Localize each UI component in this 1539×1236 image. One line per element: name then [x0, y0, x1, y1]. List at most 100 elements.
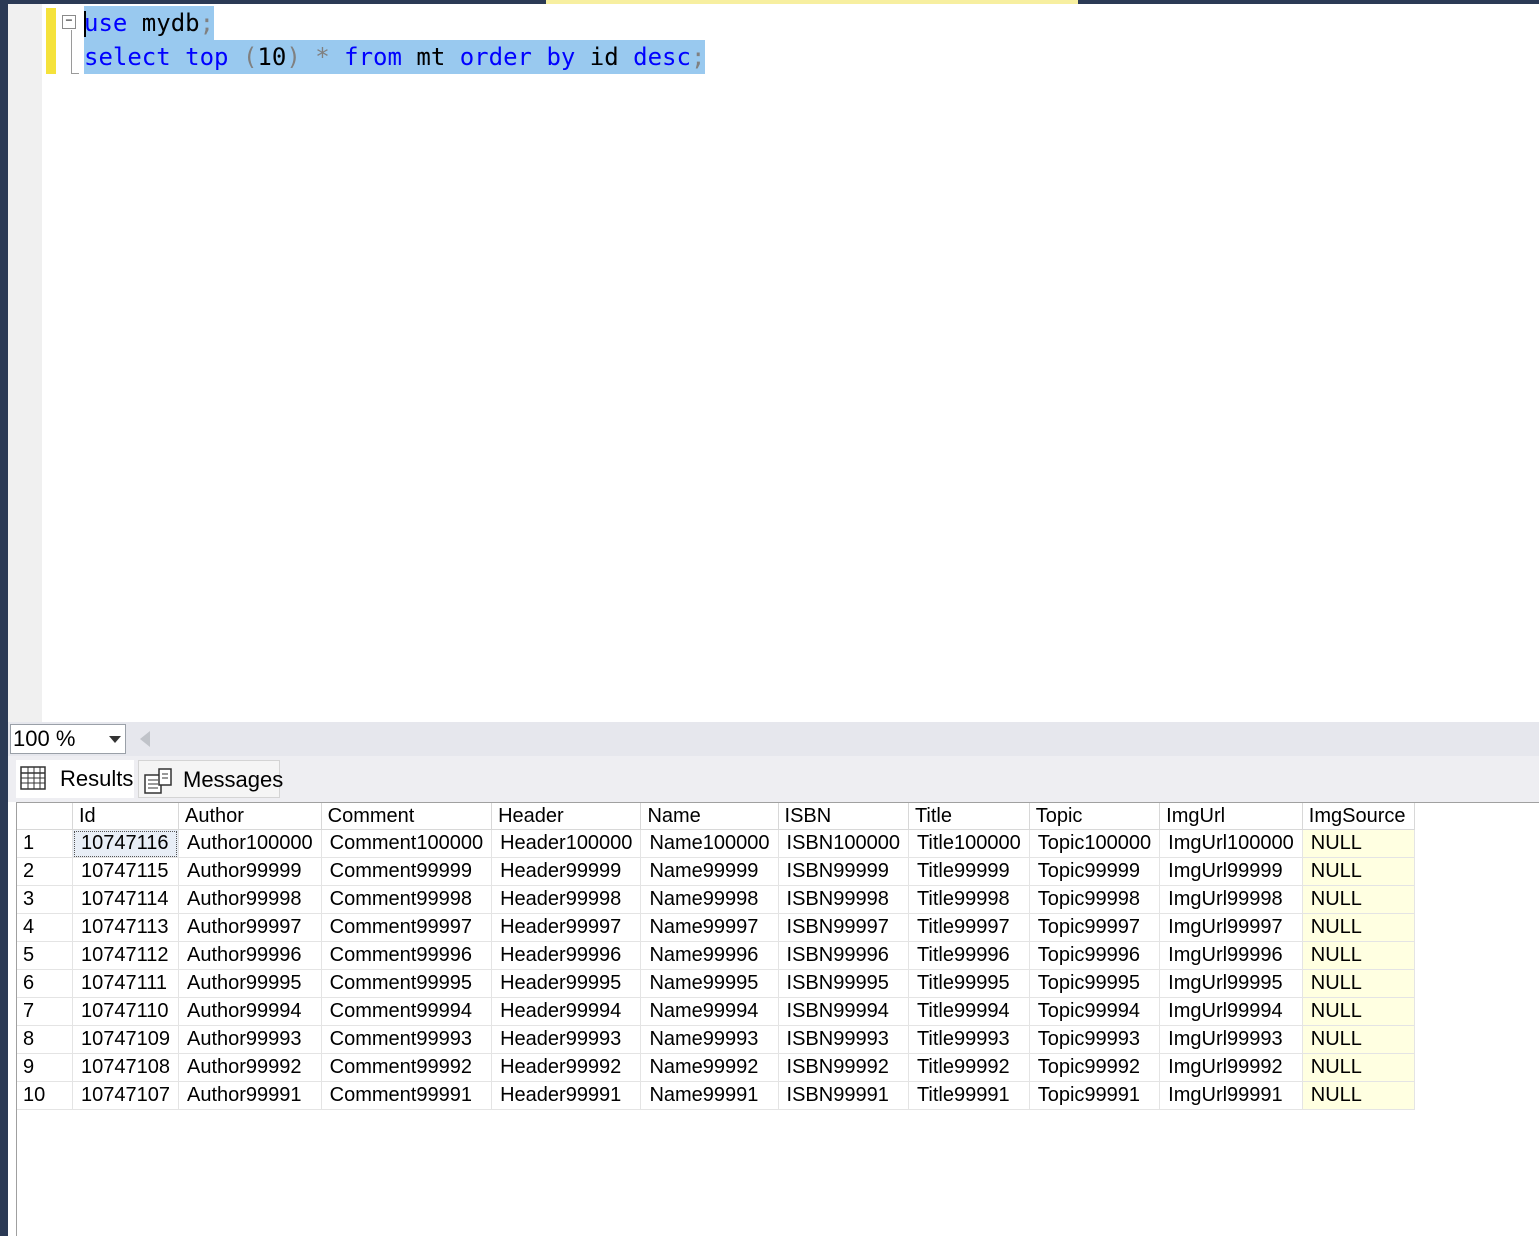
grid-cell[interactable]: ISBN99992 [778, 1053, 909, 1082]
grid-cell[interactable]: Topic99995 [1029, 969, 1161, 998]
grid-cell[interactable]: ISBN99991 [778, 1081, 909, 1110]
grid-cell[interactable]: ImgUrl99996 [1159, 941, 1303, 970]
grid-cell[interactable]: Comment99994 [321, 997, 493, 1026]
grid-cell[interactable]: Comment99996 [321, 941, 493, 970]
tab-results[interactable]: Results [16, 760, 134, 798]
results-grid[interactable]: Id Author Comment Header Name ISBN Title Topic I… [16, 802, 1539, 1236]
grid-cell[interactable]: 10747109 [72, 1025, 179, 1054]
column-header[interactable]: Comment [321, 803, 493, 830]
zoom-dropdown[interactable]: 100 % [10, 724, 126, 754]
grid-cell[interactable]: ImgUrl99992 [1159, 1053, 1303, 1082]
table-row[interactable]: 8 10747109 Author99993 Comment99993 Header99… [17, 1025, 1415, 1054]
row-number[interactable]: 1 [17, 829, 73, 858]
grid-cell[interactable]: 10747110 [72, 997, 179, 1026]
grid-cell[interactable]: 10747113 [72, 913, 179, 942]
grid-cell[interactable]: Header99994 [491, 997, 642, 1026]
code-line-2[interactable]: select top (10) * from mt order by id de… [84, 40, 706, 74]
grid-cell[interactable]: Author99993 [178, 1025, 322, 1054]
grid-cell[interactable]: Author99999 [178, 857, 322, 886]
grid-cell[interactable]: Author99994 [178, 997, 322, 1026]
grid-cell[interactable]: ImgUrl99994 [1159, 997, 1303, 1026]
column-header[interactable]: ISBN [778, 803, 909, 830]
grid-cell[interactable]: ImgUrl99991 [1159, 1081, 1303, 1110]
grid-cell[interactable]: Author100000 [178, 829, 322, 858]
grid-cell[interactable]: Title99991 [908, 1081, 1030, 1110]
table-row[interactable]: 5 10747112 Author99996 Comment99996 Header99… [17, 941, 1415, 970]
grid-cell[interactable]: NULL [1302, 885, 1415, 914]
grid-cell[interactable]: ImgUrl99995 [1159, 969, 1303, 998]
row-number[interactable]: 4 [17, 913, 73, 942]
grid-cell[interactable]: NULL [1302, 1081, 1415, 1110]
collapse-region-icon[interactable]: − [62, 15, 76, 29]
grid-cell[interactable]: Comment99997 [321, 913, 493, 942]
grid-cell[interactable]: Topic99999 [1029, 857, 1161, 886]
grid-cell[interactable]: Name99992 [640, 1053, 779, 1082]
grid-cell[interactable]: ISBN99993 [778, 1025, 909, 1054]
column-header[interactable]: ImgUrl [1159, 803, 1303, 830]
grid-cell[interactable]: Name99995 [640, 969, 779, 998]
row-number[interactable]: 6 [17, 969, 73, 998]
table-row[interactable]: 4 10747113 Author99997 Comment99997 Header99… [17, 913, 1415, 942]
row-number[interactable]: 10 [17, 1081, 73, 1110]
grid-cell[interactable]: Comment99995 [321, 969, 493, 998]
grid-cell[interactable]: Author99998 [178, 885, 322, 914]
column-header[interactable]: Id [72, 803, 179, 830]
grid-cell[interactable]: Author99991 [178, 1081, 322, 1110]
grid-cell[interactable]: ImgUrl99993 [1159, 1025, 1303, 1054]
grid-cell[interactable]: Header99995 [491, 969, 642, 998]
grid-cell[interactable]: Header99991 [491, 1081, 642, 1110]
grid-cell[interactable]: Comment99991 [321, 1081, 493, 1110]
row-number[interactable]: 5 [17, 941, 73, 970]
table-row[interactable]: 6 10747111 Author99995 Comment99995 Header99… [17, 969, 1415, 998]
grid-cell[interactable]: Name99997 [640, 913, 779, 942]
grid-cell[interactable]: Header99996 [491, 941, 642, 970]
table-row[interactable]: 1 10747116 Author100000 Comment100000 Header… [17, 829, 1415, 858]
grid-cell[interactable]: Topic99997 [1029, 913, 1161, 942]
grid-cell[interactable]: ImgUrl99997 [1159, 913, 1303, 942]
grid-cell[interactable]: 10747107 [72, 1081, 179, 1110]
grid-cell[interactable]: 10747114 [72, 885, 179, 914]
grid-cell[interactable]: Title99998 [908, 885, 1030, 914]
grid-cell[interactable]: Comment99998 [321, 885, 493, 914]
column-header[interactable]: Name [640, 803, 779, 830]
grid-cell[interactable]: Title100000 [908, 829, 1030, 858]
grid-cell[interactable]: NULL [1302, 1053, 1415, 1082]
scroll-left-icon[interactable] [140, 731, 150, 747]
grid-cell[interactable]: ImgUrl99999 [1159, 857, 1303, 886]
grid-cell[interactable]: Name100000 [640, 829, 779, 858]
grid-cell[interactable]: NULL [1302, 997, 1415, 1026]
grid-cell[interactable]: ISBN99995 [778, 969, 909, 998]
column-header[interactable]: Topic [1029, 803, 1161, 830]
grid-cell[interactable]: Name99996 [640, 941, 779, 970]
column-header[interactable]: Title [908, 803, 1030, 830]
grid-cell[interactable]: ISBN99998 [778, 885, 909, 914]
table-row[interactable]: 2 10747115 Author99999 Comment99999 Header99… [17, 857, 1415, 886]
grid-cell[interactable]: Topic99991 [1029, 1081, 1161, 1110]
grid-cell[interactable]: Header99999 [491, 857, 642, 886]
grid-cell[interactable]: Name99998 [640, 885, 779, 914]
row-number[interactable]: 9 [17, 1053, 73, 1082]
grid-cell[interactable]: NULL [1302, 829, 1415, 858]
column-header[interactable]: ImgSource [1302, 803, 1415, 830]
grid-cell[interactable]: Comment99992 [321, 1053, 493, 1082]
grid-cell[interactable]: Comment100000 [321, 829, 493, 858]
grid-cell[interactable]: ISBN99997 [778, 913, 909, 942]
grid-cell[interactable]: Title99996 [908, 941, 1030, 970]
grid-cell[interactable]: Title99994 [908, 997, 1030, 1026]
grid-cell[interactable]: 10747111 [72, 969, 179, 998]
grid-cell[interactable]: ISBN100000 [778, 829, 909, 858]
table-row[interactable]: 3 10747114 Author99998 Comment99998 Header99… [17, 885, 1415, 914]
grid-cell[interactable]: ImgUrl100000 [1159, 829, 1303, 858]
grid-cell[interactable]: Header99997 [491, 913, 642, 942]
grid-cell[interactable]: Name99994 [640, 997, 779, 1026]
grid-cell[interactable]: 10747115 [72, 857, 179, 886]
grid-cell[interactable]: Comment99993 [321, 1025, 493, 1054]
grid-cell[interactable]: Author99996 [178, 941, 322, 970]
grid-cell[interactable]: Topic99993 [1029, 1025, 1161, 1054]
table-row[interactable]: 7 10747110 Author99994 Comment99994 Header99… [17, 997, 1415, 1026]
grid-cell[interactable]: Author99992 [178, 1053, 322, 1082]
grid-cell[interactable]: Topic99998 [1029, 885, 1161, 914]
grid-cell[interactable]: Header99998 [491, 885, 642, 914]
grid-cell[interactable]: ISBN99996 [778, 941, 909, 970]
grid-cell[interactable]: Title99999 [908, 857, 1030, 886]
